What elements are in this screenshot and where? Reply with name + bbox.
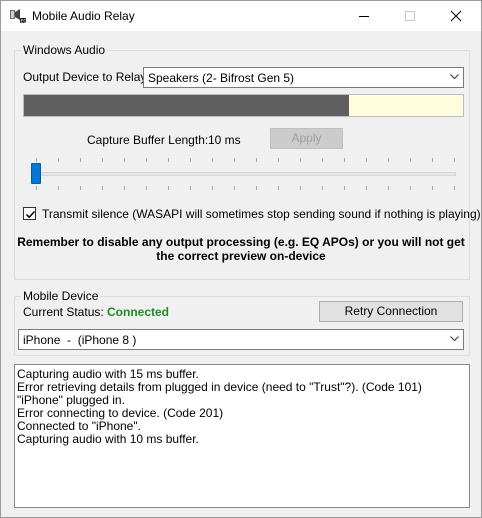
slider-tick	[36, 158, 37, 162]
audio-relay-app-icon: EQ	[9, 8, 27, 24]
mobile-device-group-label: Mobile Device	[21, 289, 101, 303]
slider-tick	[300, 186, 301, 190]
slider-tick	[190, 158, 191, 162]
log-textbox[interactable]: Capturing audio with 15 ms buffer. Error…	[14, 364, 470, 508]
slider-tick	[388, 186, 389, 190]
audio-level-meter-fill	[24, 95, 349, 116]
connection-status-value: Connected	[107, 305, 170, 319]
slider-tick	[212, 158, 213, 162]
output-device-select[interactable]: Speakers (2- Bifrost Gen 5)	[143, 67, 464, 88]
slider-tick	[300, 158, 301, 162]
slider-tick	[366, 186, 367, 190]
mobile-device-value: iPhone - (iPhone 8 )	[23, 333, 137, 347]
slider-tick	[124, 158, 125, 162]
close-icon	[450, 10, 462, 22]
mobile-device-select[interactable]: iPhone - (iPhone 8 )	[18, 329, 464, 350]
slider-tick	[58, 186, 59, 190]
output-device-value: Speakers (2- Bifrost Gen 5)	[148, 71, 295, 85]
slider-tick	[124, 186, 125, 190]
slider-tick	[234, 186, 235, 190]
transmit-silence-checkbox[interactable]	[23, 207, 36, 220]
slider-tick	[322, 158, 323, 162]
slider-tick	[80, 186, 81, 190]
checkmark-icon	[25, 210, 36, 219]
slider-tick	[190, 186, 191, 190]
slider-tick	[366, 158, 367, 162]
slider-tick	[278, 186, 279, 190]
close-button[interactable]	[433, 1, 479, 31]
chevron-down-icon	[450, 336, 459, 342]
title-bar[interactable]: EQ Mobile Audio Relay	[1, 1, 481, 31]
slider-tick	[410, 186, 411, 190]
main-window: EQ Mobile Audio Relay Windows Audio Outp…	[0, 0, 482, 518]
slider-tick	[388, 158, 389, 162]
buffer-slider-track[interactable]	[32, 172, 456, 176]
slider-tick	[454, 186, 455, 190]
capture-buffer-value: 10 ms	[208, 133, 241, 147]
windows-audio-group-label: Windows Audio	[21, 43, 108, 57]
slider-tick	[410, 158, 411, 162]
slider-tick	[234, 158, 235, 162]
minimize-button[interactable]	[341, 1, 387, 31]
retry-connection-button[interactable]: Retry Connection	[319, 301, 463, 322]
maximize-button[interactable]	[387, 1, 433, 31]
slider-tick	[344, 158, 345, 162]
buffer-slider-thumb[interactable]	[31, 163, 41, 184]
slider-tick	[322, 186, 323, 190]
slider-tick	[432, 186, 433, 190]
slider-tick	[146, 186, 147, 190]
log-line: Capturing audio with 10 ms buffer.	[17, 432, 199, 446]
slider-tick	[102, 186, 103, 190]
chevron-down-icon	[450, 74, 459, 80]
slider-tick	[36, 186, 37, 190]
slider-tick	[102, 158, 103, 162]
minimize-icon	[359, 16, 369, 17]
slider-tick	[454, 158, 455, 162]
maximize-icon	[405, 11, 415, 21]
slider-tick	[256, 186, 257, 190]
capture-buffer-label: Capture Buffer Length:	[87, 133, 209, 147]
slider-tick	[256, 158, 257, 162]
slider-tick	[344, 186, 345, 190]
slider-tick	[432, 158, 433, 162]
slider-tick	[58, 158, 59, 162]
audio-level-meter	[23, 94, 464, 117]
slider-tick	[168, 186, 169, 190]
slider-tick	[80, 158, 81, 162]
warning-message: Remember to disable any output processin…	[17, 235, 465, 263]
slider-tick	[278, 158, 279, 162]
slider-tick	[212, 186, 213, 190]
slider-tick	[146, 158, 147, 162]
svg-text:EQ: EQ	[21, 18, 28, 24]
current-status-label: Current Status:	[23, 305, 104, 319]
transmit-silence-label[interactable]: Transmit silence (WASAPI will sometimes …	[42, 207, 481, 221]
window-title: Mobile Audio Relay	[32, 9, 135, 23]
slider-tick	[168, 158, 169, 162]
output-device-label: Output Device to Relay	[23, 70, 147, 84]
apply-button[interactable]: Apply	[270, 128, 343, 149]
